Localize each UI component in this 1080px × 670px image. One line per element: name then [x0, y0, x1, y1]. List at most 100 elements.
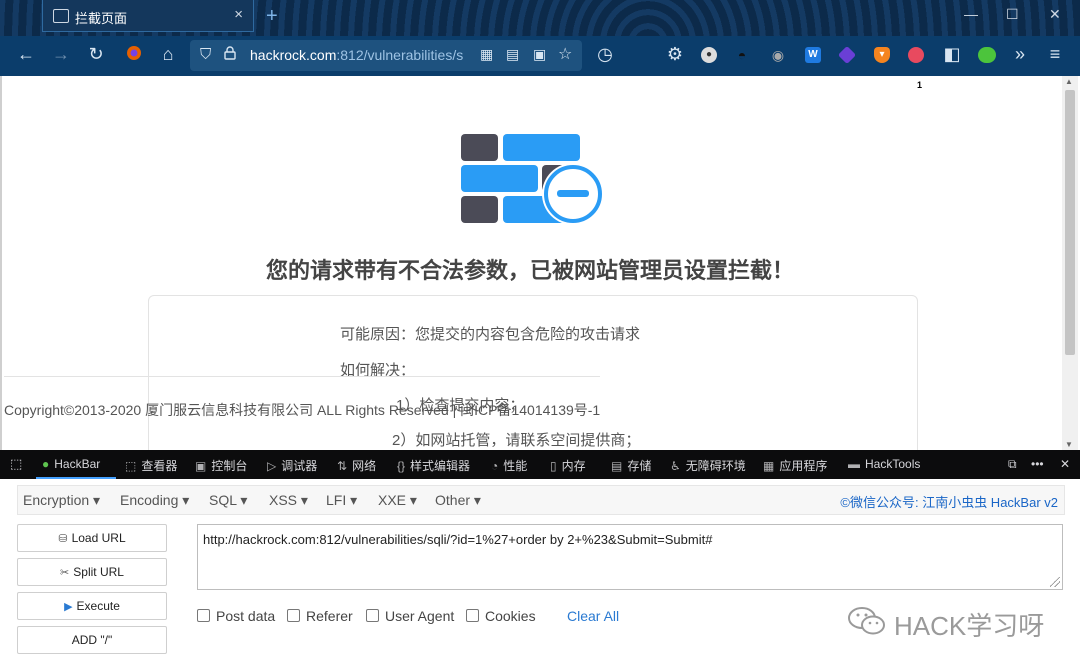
forward-arrow-icon[interactable]: → [49, 44, 73, 65]
post-data-checkbox[interactable]: Post data [197, 608, 275, 624]
checkbox-label: User Agent [385, 608, 455, 624]
hacktools-icon: ▬ [848, 457, 860, 471]
firewall-block-icon [461, 134, 604, 225]
new-tab-button[interactable]: + [266, 5, 278, 28]
referer-checkbox[interactable]: Referer [287, 608, 353, 624]
hackbar-icon: ● [42, 457, 50, 471]
extension-shield-icon[interactable]: ▾ [874, 47, 890, 63]
extension-hat-icon[interactable]: ◓ [734, 47, 750, 63]
scissors-icon: ✂ [60, 567, 70, 579]
menu-encoding[interactable]: Encoding ▾ [120, 492, 189, 509]
menu-encryption[interactable]: Encryption ▾ [23, 492, 100, 509]
checkbox-box[interactable] [287, 609, 300, 622]
menu-other[interactable]: Other ▾ [435, 492, 481, 509]
dock-side-icon[interactable]: ⧉ [1008, 457, 1017, 472]
watermark-text: HACK学习呀 [894, 611, 1045, 641]
reader-view-icon[interactable]: ▤ [506, 46, 519, 63]
element-picker-icon[interactable]: ⬚ [10, 456, 22, 472]
network-arrows-icon: ⇅ [337, 459, 348, 473]
menu-lfi[interactable]: LFI ▾ [326, 492, 357, 509]
hackbar-menubar: Encryption ▾ Encoding ▾ SQL ▾ XSS ▾ LFI … [17, 485, 1065, 515]
devtools-tab-application[interactable]: ▦ 应用程序 [763, 457, 827, 474]
devtools-tab-memory[interactable]: ▯ 内存 [550, 457, 586, 474]
extension-badge-icon[interactable] [908, 47, 924, 63]
bookmark-star-icon[interactable]: ☆ [558, 44, 572, 64]
scrollbar-thumb[interactable] [1065, 90, 1075, 355]
sidebar-icon[interactable]: ◧ [940, 44, 964, 65]
devtools-tab-console[interactable]: ▣ 控制台 [195, 457, 247, 474]
console-icon: ▣ [195, 459, 207, 473]
extension-ball-icon[interactable]: ● [701, 47, 717, 63]
devtools-tab-inspector[interactable]: ⬚ 查看器 [125, 457, 177, 474]
browser-tab[interactable]: 拦截页面 × [42, 0, 254, 32]
checkbox-box[interactable] [466, 609, 479, 622]
checkbox-label: Post data [216, 608, 276, 624]
menu-xxe[interactable]: XXE ▾ [378, 492, 417, 509]
resize-grip-icon[interactable] [1050, 577, 1060, 587]
site-info-icon[interactable] [224, 46, 236, 63]
execute-button[interactable]: ▶ Execute [17, 592, 167, 620]
button-label: ADD "/" [71, 633, 113, 647]
scroll-up-arrow-icon[interactable]: ▲ [1065, 77, 1073, 86]
minimize-button[interactable]: — [964, 6, 978, 22]
inspector-icon: ⬚ [125, 459, 137, 473]
devtools-toolbar: ⬚ ● HackBar ⬚ 查看器 ▣ 控制台 ▷ 调试器 ⇅ 网络 {} 样式编辑器 ◔ 性… [0, 450, 1080, 479]
scroll-down-arrow-icon[interactable]: ▼ [1065, 440, 1073, 449]
extension-badge-count: 1 [914, 80, 926, 90]
reload-icon[interactable]: ↻ [84, 44, 108, 65]
devtools-overflow-icon[interactable]: ••• [1031, 457, 1044, 471]
possible-reason-text: 可能原因：您提交的内容包含危险的攻击请求 [340, 326, 641, 343]
maximize-button[interactable]: ☐ [1006, 6, 1019, 23]
firefox-view-icon[interactable] [122, 44, 146, 67]
extension-diamond-icon[interactable] [837, 45, 857, 65]
devtools-tab-hacktools[interactable]: ▬ HackTools [848, 457, 920, 471]
checkbox-box[interactable] [197, 609, 210, 622]
extension-toggle-icon[interactable] [978, 47, 996, 63]
application-grid-icon: ▦ [763, 459, 775, 473]
tab-label: HackBar [54, 457, 101, 471]
devtools-tab-storage[interactable]: ▤ 存储 [611, 457, 651, 474]
page-scrollbar[interactable]: ▲ ▼ [1062, 76, 1078, 450]
devtools-tab-hackbar[interactable]: ● HackBar [36, 450, 116, 479]
menu-xss[interactable]: XSS ▾ [269, 492, 308, 509]
back-arrow-icon[interactable]: ← [14, 44, 38, 65]
hackbar-url-textarea[interactable]: http://hackrock.com:812/vulnerabilities/… [198, 525, 1062, 589]
devtools-tab-style-editor[interactable]: {} 样式编辑器 [397, 457, 470, 474]
add-slash-button[interactable]: ADD "/" [17, 626, 167, 654]
checkbox-label: Referer [306, 608, 353, 624]
address-bar[interactable]: ⛉ hackrock.com:812/vulnerabilities/s ▦ ▤… [190, 40, 582, 71]
extension-w-icon[interactable]: W [805, 47, 821, 63]
extension-gear-icon[interactable]: ⚙ [663, 44, 687, 65]
history-clock-icon[interactable]: ◷ [593, 44, 617, 65]
menu-sql[interactable]: SQL ▾ [209, 492, 247, 509]
hackbar-url-field[interactable]: http://hackrock.com:812/vulnerabilities/… [197, 524, 1063, 590]
user-agent-checkbox[interactable]: User Agent [366, 608, 454, 624]
extension-eye-icon[interactable]: ◉ [770, 47, 786, 63]
devtools-tab-network[interactable]: ⇅ 网络 [337, 457, 376, 474]
url-text[interactable]: hackrock.com:812/vulnerabilities/s [250, 47, 472, 63]
more-tools-chevron-icon[interactable]: » [1008, 44, 1032, 65]
page-favicon-icon [53, 9, 69, 23]
clear-all-link[interactable]: Clear All [567, 608, 619, 624]
split-url-button[interactable]: ✂ Split URL [17, 558, 167, 586]
hackbar-promo-link[interactable]: ©微信公众号: 江南小虫虫 HackBar v2 [840, 492, 1058, 511]
cookies-checkbox[interactable]: Cookies [466, 608, 536, 624]
checkbox-label: Cookies [485, 608, 536, 624]
tab-close-icon[interactable]: × [234, 6, 243, 23]
menu-hamburger-icon[interactable]: ≡ [1043, 44, 1067, 65]
close-window-button[interactable]: ✕ [1049, 6, 1061, 23]
load-url-button[interactable]: ⛁ Load URL [17, 524, 167, 552]
block-headline: 您的请求带有不合法参数，已被网站管理员设置拦截！ [265, 258, 794, 283]
devtools-close-icon[interactable]: ✕ [1060, 457, 1070, 471]
button-label: Execute [76, 599, 120, 613]
wechat-logo-icon [846, 604, 888, 641]
screenshot-icon[interactable]: ▣ [533, 46, 546, 63]
tracking-shield-icon[interactable]: ⛉ [200, 46, 211, 63]
devtools-tab-performance[interactable]: ◔ 性能 [491, 457, 527, 474]
button-label: Split URL [73, 565, 124, 579]
devtools-tab-accessibility[interactable]: ♿ 无障碍环境 [670, 457, 746, 474]
qr-code-icon[interactable]: ▦ [480, 46, 493, 63]
devtools-tab-debugger[interactable]: ▷ 调试器 [267, 457, 317, 474]
home-icon[interactable]: ⌂ [156, 44, 180, 65]
checkbox-box[interactable] [366, 609, 379, 622]
